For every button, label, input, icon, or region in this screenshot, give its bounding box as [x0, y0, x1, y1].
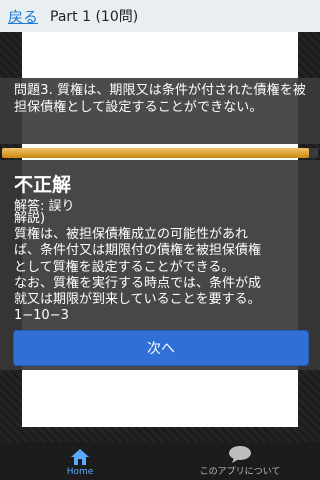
- next-button-label: 次へ: [147, 341, 175, 357]
- question-text: 問題3. 質権は、期限又は条件が付された債権を被担保債権として設定することができ…: [14, 83, 306, 115]
- top-bar: 戻る Part 1 (10問): [0, 0, 320, 33]
- explanation-line: 解説): [14, 211, 46, 226]
- chat-bubble-icon: [228, 445, 252, 463]
- explanation-line: として質権を設定することができる。: [14, 259, 235, 275]
- nav-item-home[interactable]: Home: [0, 442, 160, 480]
- explanation-line: ば、条件付又は期限付の債権を被担保債権: [14, 243, 262, 259]
- nav-item-about[interactable]: このアプリについて: [160, 442, 320, 480]
- bottom-nav: Home このアプリについて: [0, 442, 320, 480]
- explanation-line: 1−10−3: [14, 308, 69, 324]
- back-link[interactable]: 戻る: [8, 6, 38, 27]
- progress-fill: [2, 148, 309, 158]
- progress-bar: [2, 148, 318, 158]
- next-button[interactable]: 次へ: [13, 330, 309, 366]
- explanation-line: 質権は、被担保債権成立の可能性があれ: [14, 227, 249, 243]
- result-title: 不正解: [14, 174, 72, 196]
- nav-label-home: Home: [66, 467, 94, 477]
- explanation-text: 解説) 質権は、被担保債権成立の可能性があれ ば、条件付又は期限付の債権を被担保…: [14, 211, 314, 324]
- home-icon: [70, 448, 90, 466]
- nav-label-about: このアプリについて: [199, 467, 281, 477]
- explanation-line: なお、質権を実行する時点では、条件が成: [14, 275, 262, 291]
- explanation-line: 就又は期限が到来していることを要する。: [14, 292, 261, 308]
- part-title: Part 1 (10問): [50, 9, 139, 25]
